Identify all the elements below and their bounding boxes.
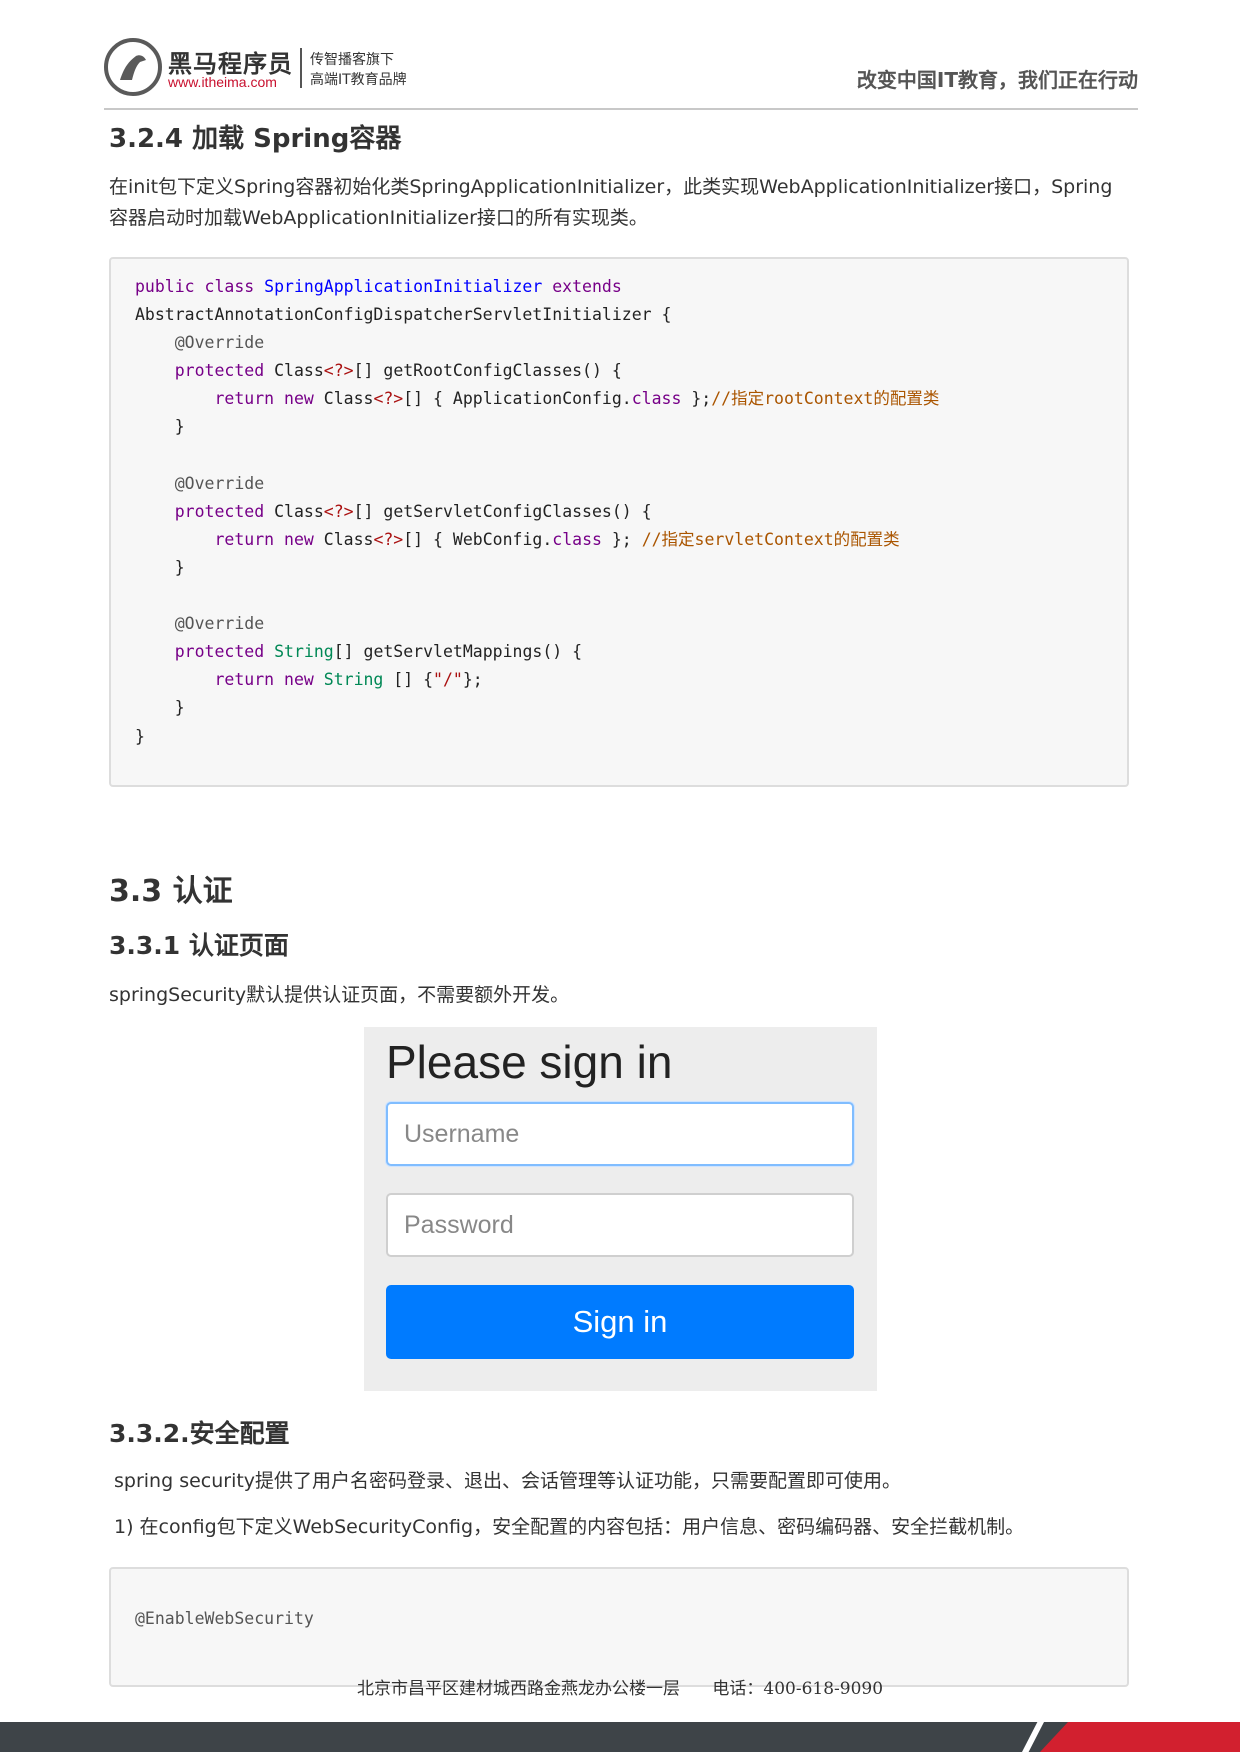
section-description: springSecurity默认提供认证页面，不需要额外开发。	[109, 984, 570, 1006]
footer-phone: 电话：400-618-9090	[712, 1679, 884, 1699]
footer-address: 北京市昌平区建材城西路金燕龙办公楼一层 电话：400-618-9090	[0, 1674, 1240, 1699]
section-description: spring security提供了用户名密码登录、退出、会话管理等认证功能，只…	[114, 1470, 902, 1492]
brand-tagline-1: 传智播客旗下	[310, 52, 394, 68]
code-block: @EnableWebSecurity	[109, 1567, 1129, 1687]
code-listing: public class SpringApplicationInitialize…	[135, 277, 940, 746]
brand-url: www.itheima.com	[168, 74, 277, 90]
login-title: Please sign in	[386, 1036, 673, 1088]
section-heading-3-2-4: 3.2.4 加载 Spring容器	[109, 124, 402, 154]
sign-in-button[interactable]: Sign in	[386, 1285, 854, 1359]
footer-stripe	[1022, 1722, 1044, 1752]
section-heading-3-3: 3.3 认证	[109, 874, 233, 909]
horse-logo-icon	[104, 38, 162, 96]
section-description: 在init包下定义Spring容器初始化类SpringApplicationIn…	[109, 176, 1113, 229]
code-block: public class SpringApplicationInitialize…	[109, 257, 1129, 787]
footer-bar	[0, 1722, 1240, 1752]
section-heading-3-3-2: 3.3.2.安全配置	[109, 1419, 290, 1448]
password-input[interactable]: Password	[386, 1193, 854, 1257]
page-header: 黑马程序员 www.itheima.com 传智播客旗下 高端IT教育品牌 改变…	[104, 36, 1138, 110]
step-1-text: 1) 在config包下定义WebSecurityConfig，安全配置的内容包…	[114, 1516, 1025, 1538]
logo-divider	[300, 48, 302, 88]
code-listing: @EnableWebSecurity	[135, 1609, 314, 1628]
login-form-screenshot: Please sign in Username Password Sign in	[364, 1027, 877, 1391]
brand-logo: 黑马程序员 www.itheima.com 传智播客旗下 高端IT教育品牌	[104, 36, 464, 98]
footer-address-text: 北京市昌平区建材城西路金燕龙办公楼一层	[356, 1679, 680, 1699]
username-input[interactable]: Username	[386, 1102, 854, 1166]
header-slogan: 改变中国IT教育，我们正在行动	[856, 68, 1138, 92]
brand-tagline-2: 高端IT教育品牌	[310, 72, 407, 88]
footer-accent	[1040, 1722, 1240, 1752]
section-heading-3-3-1: 3.3.1 认证页面	[109, 931, 289, 960]
